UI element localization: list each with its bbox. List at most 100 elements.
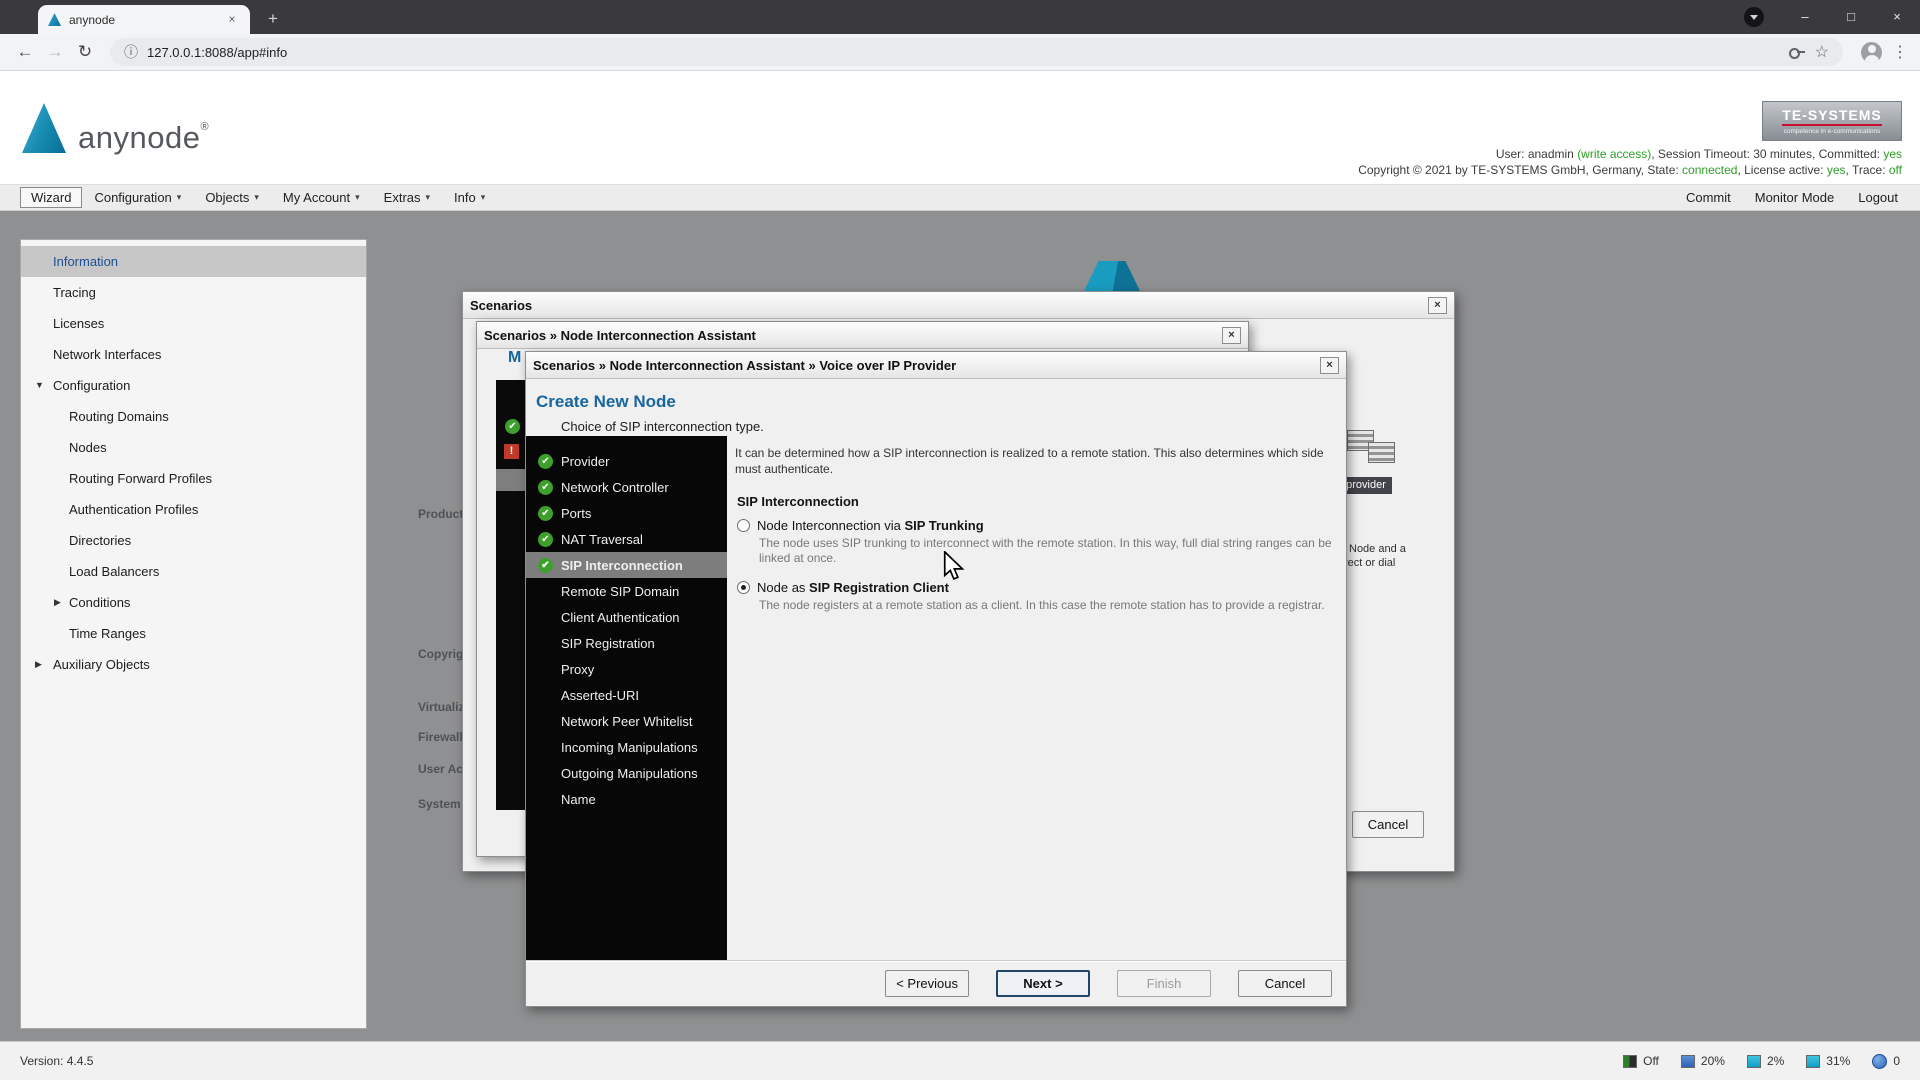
sidebar-item-licenses[interactable]: Licenses [21, 308, 366, 339]
step-ports[interactable]: ✔ Ports [526, 500, 727, 526]
te-logo-title: TE-SYSTEMS [1782, 107, 1882, 126]
new-tab-button[interactable]: + [262, 8, 284, 30]
step-name[interactable]: Name [526, 786, 727, 812]
caret-down-icon: ▾ [425, 192, 431, 202]
create-node-close-icon[interactable]: × [1320, 356, 1339, 374]
expand-down-icon[interactable]: ▼ [35, 370, 44, 401]
expand-right-icon[interactable]: ▶ [35, 649, 42, 680]
option-registration-client-desc: The node registers at a remote station a… [759, 598, 1325, 612]
sidebar-item-nodes[interactable]: Nodes [21, 432, 366, 463]
sidebar-item-tracing[interactable]: Tracing [21, 277, 366, 308]
profile-avatar-icon[interactable] [1861, 41, 1882, 63]
browser-menu-icon[interactable]: ⋮ [1890, 42, 1910, 62]
step-network-controller[interactable]: ✔ Network Controller [526, 474, 727, 500]
back-button[interactable]: ← [10, 37, 40, 67]
step-asserted-uri[interactable]: Asserted-URI [526, 682, 727, 708]
check-icon: ✔ [538, 453, 553, 469]
menu-wizard[interactable]: Wizard [20, 187, 83, 208]
option-sip-trunking[interactable]: Node Interconnection via SIP Trunking [737, 518, 1359, 533]
browser-tab[interactable]: anynode × [38, 5, 250, 34]
step-error-icon: ! [504, 444, 519, 459]
tab-close-icon[interactable]: × [224, 12, 240, 28]
forward-button[interactable]: → [40, 37, 70, 67]
radio-sip-trunking[interactable] [737, 519, 750, 532]
session-info-line: User: anadmin (write access), Session Ti… [1495, 147, 1902, 161]
next-button[interactable]: Next > [996, 970, 1090, 997]
te-systems-logo: TE-SYSTEMS competence in e-communication… [1762, 101, 1902, 141]
bg-label-copyright: Copyrig [418, 647, 464, 661]
caret-down-icon: ▾ [355, 192, 360, 202]
option-label[interactable]: Node Interconnection via SIP Trunking [757, 518, 984, 533]
step-outgoing-manipulations[interactable]: Outgoing Manipulations [526, 760, 727, 786]
sidebar-item-conditions[interactable]: ▶ Conditions [21, 587, 366, 618]
step-sip-registration[interactable]: SIP Registration [526, 630, 727, 656]
check-icon: ✔ [538, 505, 553, 521]
app-statusbar: Version: 4.4.5 Off 20% 2% 31% 0 [0, 1041, 1920, 1080]
menu-logout[interactable]: Logout [1846, 187, 1910, 208]
menu-commit[interactable]: Commit [1674, 187, 1743, 208]
mouse-cursor [943, 551, 965, 581]
create-node-breadcrumb: Scenarios » Node Interconnection Assista… [533, 357, 957, 373]
disk-usage-icon [1806, 1054, 1821, 1068]
step-client-authentication[interactable]: Client Authentication [526, 604, 727, 630]
address-bar[interactable]: ⓘ 127.0.0.1:8088/app#info ☆ [110, 38, 1843, 66]
radio-registration-client[interactable] [737, 581, 750, 594]
anynode-favicon-icon [48, 13, 61, 26]
scenarios-close-icon[interactable]: × [1428, 296, 1447, 314]
wizard-steps-panel: ✔ Provider ✔ Network Controller ✔ Ports ✔ NA… [526, 436, 727, 960]
browser-titlebar: anynode × + – □ × [0, 0, 1920, 34]
screen: anynode × + – □ × ← → ↻ ⓘ 127.0.0.1:8088… [0, 0, 1920, 1080]
menu-extras[interactable]: Extras ▾ [372, 187, 442, 208]
sidebar-item-auxiliary-objects[interactable]: ▶ Auxiliary Objects [21, 649, 366, 680]
sidebar-item-load-balancers[interactable]: Load Balancers [21, 556, 366, 587]
sidebar-item-authentication-profiles[interactable]: Authentication Profiles [21, 494, 366, 525]
assistant-close-icon[interactable]: × [1222, 326, 1241, 344]
sidebar-item-network-interfaces[interactable]: Network Interfaces [21, 339, 366, 370]
step-remote-sip-domain[interactable]: Remote SIP Domain [526, 578, 727, 604]
bg-label-virtualization: Virtualiz [418, 700, 465, 714]
bg-label-firewall: Firewall [418, 730, 463, 744]
anynode-logo: anynode® [22, 103, 209, 153]
step-sip-interconnection[interactable]: ✔ SIP Interconnection [526, 552, 727, 578]
reload-button[interactable]: ↻ [70, 37, 100, 67]
step-incoming-manipulations[interactable]: Incoming Manipulations [526, 734, 727, 760]
previous-button[interactable]: < Previous [885, 970, 969, 997]
site-info-icon[interactable]: ⓘ [124, 42, 138, 62]
bookmark-star-icon[interactable]: ☆ [1815, 42, 1829, 62]
window-maximize-button[interactable]: □ [1828, 0, 1874, 34]
window-close-button[interactable]: × [1874, 0, 1920, 34]
menu-configuration[interactable]: Configuration ▾ [82, 187, 193, 208]
step-provider[interactable]: ✔ Provider [526, 448, 727, 474]
window-minimize-button[interactable]: – [1782, 0, 1828, 34]
dialog-footer: < Previous Next > Finish Cancel [526, 960, 1346, 1006]
option-registration-client[interactable]: Node as SIP Registration Client [737, 580, 1359, 595]
sidebar-item-routing-forward-profiles[interactable]: Routing Forward Profiles [21, 463, 366, 494]
sidebar-item-directories[interactable]: Directories [21, 525, 366, 556]
trace-status-icon [1623, 1054, 1638, 1068]
option-sip-trunking-desc: The node uses SIP trunking to interconne… [759, 536, 1332, 565]
step-proxy[interactable]: Proxy [526, 656, 727, 682]
intro-text: It can be determined how a SIP interconn… [735, 446, 1324, 476]
network-indicator: 0 [1872, 1053, 1900, 1069]
menu-monitor-mode[interactable]: Monitor Mode [1743, 187, 1846, 208]
menu-my-account[interactable]: My Account ▾ [271, 187, 372, 208]
sidebar-item-configuration[interactable]: ▼ Configuration [21, 370, 366, 401]
password-key-icon[interactable] [1788, 43, 1806, 61]
copyright-info-line: Copyright © 2021 by TE-SYSTEMS GmbH, Ger… [1358, 163, 1902, 177]
menu-info[interactable]: Info ▾ [442, 187, 497, 208]
version-label: Version: 4.4.5 [20, 1054, 94, 1068]
option-label[interactable]: Node as SIP Registration Client [757, 580, 949, 595]
sidebar-item-time-ranges[interactable]: Time Ranges [21, 618, 366, 649]
step-nat-traversal[interactable]: ✔ NAT Traversal [526, 526, 727, 552]
cancel-button[interactable]: Cancel [1238, 970, 1332, 997]
sidebar-item-routing-domains[interactable]: Routing Domains [21, 401, 366, 432]
finish-button[interactable]: Finish [1117, 970, 1211, 997]
expand-right-icon[interactable]: ▶ [54, 587, 61, 618]
url-text[interactable]: 127.0.0.1:8088/app#info [147, 45, 1779, 60]
wizard-content: It can be determined how a SIP interconn… [727, 436, 1375, 960]
browser-badge-icon[interactable] [1744, 7, 1764, 27]
browser-toolbar: ← → ↻ ⓘ 127.0.0.1:8088/app#info ☆ ⋮ [0, 34, 1920, 71]
sidebar-item-information[interactable]: Information [21, 246, 366, 277]
menu-objects[interactable]: Objects ▾ [193, 187, 271, 208]
step-network-peer-whitelist[interactable]: Network Peer Whitelist [526, 708, 727, 734]
